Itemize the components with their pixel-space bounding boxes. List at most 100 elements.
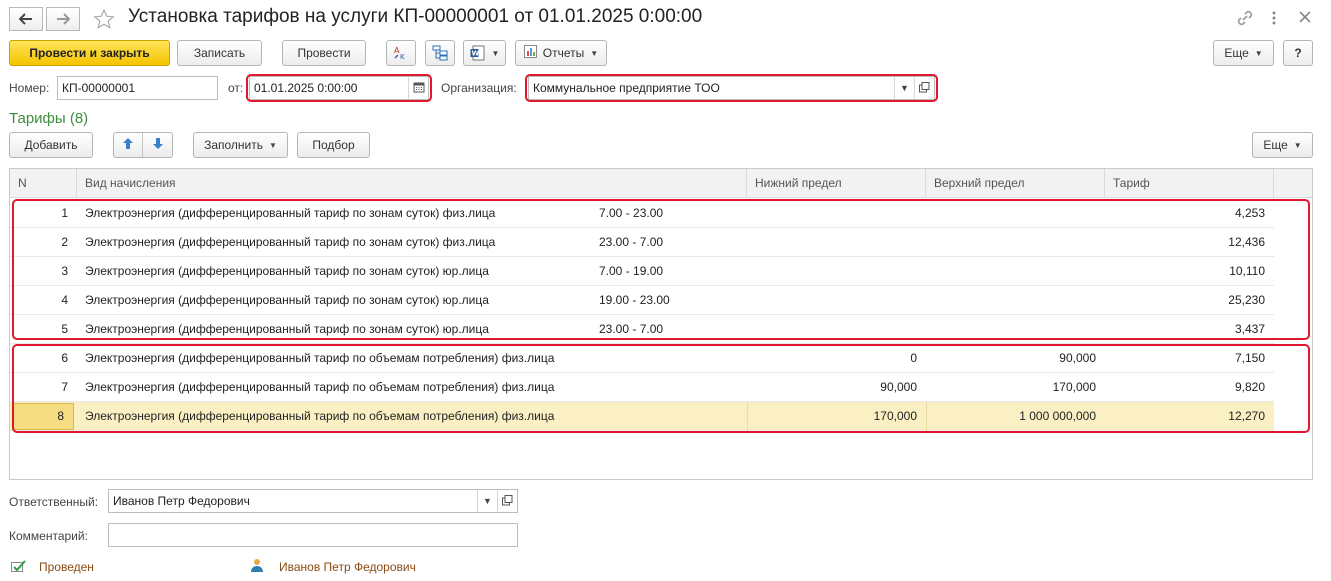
calendar-button[interactable] (408, 77, 428, 99)
cell-kind[interactable]: Электроэнергия (дифференцированный тариф… (85, 402, 595, 431)
table-row[interactable]: 7 Электроэнергия (дифференцированный тари… (10, 373, 1274, 402)
cell-zone[interactable]: 7.00 - 23.00 (599, 199, 739, 228)
more-actions-button[interactable] (1271, 10, 1277, 29)
table-row[interactable]: 5 Электроэнергия (дифференцированный тари… (10, 315, 1274, 344)
cell-n[interactable]: 4 (10, 286, 77, 315)
organization-dropdown-button[interactable]: ▼ (894, 77, 914, 99)
cell-n[interactable]: 1 (10, 199, 77, 228)
user-icon (250, 558, 264, 575)
cell-lower[interactable] (747, 315, 926, 344)
save-button[interactable]: Записать (177, 40, 262, 66)
cell-kind[interactable]: Электроэнергия (дифференцированный тариф… (85, 286, 595, 315)
cell-kind[interactable]: Электроэнергия (дифференцированный тариф… (85, 199, 595, 228)
open-icon (502, 494, 513, 508)
cell-n[interactable]: 6 (10, 344, 77, 373)
column-header-upper[interactable]: Верхний предел (926, 169, 1105, 198)
post-button[interactable]: Провести (282, 40, 366, 66)
forward-button[interactable] (46, 7, 80, 31)
table-row[interactable]: 8 Электроэнергия (дифференцированный тари… (10, 402, 1274, 431)
cell-n[interactable]: 8 (13, 403, 74, 430)
cell-upper[interactable]: 1 000 000,000 (926, 402, 1105, 431)
cell-zone[interactable] (599, 373, 739, 402)
cell-lower[interactable] (747, 199, 926, 228)
cell-tariff[interactable]: 7,150 (1105, 344, 1274, 373)
cell-upper[interactable]: 170,000 (926, 373, 1105, 402)
table-row[interactable]: 6 Электроэнергия (дифференцированный тари… (10, 344, 1274, 373)
column-header-n[interactable]: N (10, 169, 77, 198)
cell-zone[interactable]: 23.00 - 7.00 (599, 228, 739, 257)
cell-zone[interactable] (599, 344, 739, 373)
cell-zone[interactable]: 23.00 - 7.00 (599, 315, 739, 344)
column-header-tariff[interactable]: Тариф (1105, 169, 1274, 198)
cell-upper[interactable] (926, 199, 1105, 228)
cell-kind[interactable]: Электроэнергия (дифференцированный тариф… (85, 344, 595, 373)
post-and-close-button[interactable]: Провести и закрыть (9, 40, 170, 66)
cell-zone[interactable]: 7.00 - 19.00 (599, 257, 739, 286)
close-button[interactable] (1299, 11, 1311, 26)
table-row[interactable]: 3 Электроэнергия (дифференцированный тари… (10, 257, 1274, 286)
column-header-lower[interactable]: Нижний предел (747, 169, 926, 198)
number-field[interactable]: КП-00000001 (57, 76, 218, 100)
favorite-button[interactable] (93, 8, 115, 33)
cell-tariff[interactable]: 3,437 (1105, 315, 1274, 344)
link-button[interactable] (1236, 9, 1254, 30)
column-header-kind[interactable]: Вид начисления (77, 169, 747, 198)
cell-upper[interactable] (926, 286, 1105, 315)
cell-lower[interactable]: 90,000 (747, 373, 926, 402)
structure-button[interactable] (425, 40, 455, 66)
tariffs-table[interactable]: N Вид начисления Нижний предел Верхний п… (9, 168, 1313, 480)
cell-upper[interactable] (926, 228, 1105, 257)
organization-field[interactable]: Коммунальное предприятие ТОО ▼ (528, 76, 935, 100)
reports-button[interactable]: Отчеты ▼ (515, 40, 607, 66)
cell-tariff[interactable]: 9,820 (1105, 373, 1274, 402)
tariffs-more-button[interactable]: Еще ▼ (1252, 132, 1313, 158)
table-row[interactable]: 4 Электроэнергия (дифференцированный тари… (10, 286, 1274, 315)
move-down-button[interactable] (143, 133, 172, 157)
cell-upper[interactable]: 90,000 (926, 344, 1105, 373)
cell-tariff[interactable]: 12,270 (1105, 402, 1274, 431)
responsible-label: Ответственный: (9, 495, 99, 509)
cell-zone[interactable]: 19.00 - 23.00 (599, 286, 739, 315)
cell-zone[interactable] (599, 402, 739, 431)
cell-tariff[interactable]: 12,436 (1105, 228, 1274, 257)
move-up-button[interactable] (114, 133, 143, 157)
cell-lower[interactable] (747, 286, 926, 315)
cell-tariff[interactable]: 4,253 (1105, 199, 1274, 228)
cell-kind[interactable]: Электроэнергия (дифференцированный тариф… (85, 257, 595, 286)
forward-arrow-icon (56, 13, 70, 25)
organization-open-button[interactable] (914, 77, 934, 99)
cell-kind[interactable]: Электроэнергия (дифференцированный тариф… (85, 228, 595, 257)
word-export-button[interactable]: W ▼ (463, 40, 506, 66)
table-row[interactable]: 2 Электроэнергия (дифференцированный тари… (10, 228, 1274, 257)
responsible-open-button[interactable] (497, 490, 517, 512)
cell-n[interactable]: 7 (10, 373, 77, 402)
cell-lower[interactable] (747, 228, 926, 257)
add-row-button[interactable]: Добавить (9, 132, 93, 158)
cell-n[interactable]: 3 (10, 257, 77, 286)
status-text[interactable]: Проведен (39, 560, 94, 574)
cell-kind[interactable]: Электроэнергия (дифференцированный тариф… (85, 373, 595, 402)
cell-upper[interactable] (926, 257, 1105, 286)
table-row[interactable]: 1 Электроэнергия (дифференцированный тари… (10, 199, 1274, 228)
comment-field[interactable] (108, 523, 518, 547)
cell-tariff[interactable]: 25,230 (1105, 286, 1274, 315)
more-button[interactable]: Еще ▼ (1213, 40, 1274, 66)
responsible-field[interactable]: Иванов Петр Федорович ▼ (108, 489, 518, 513)
pick-button[interactable]: Подбор (297, 132, 370, 158)
cell-kind[interactable]: Электроэнергия (дифференцированный тариф… (85, 315, 595, 344)
cell-lower[interactable] (747, 257, 926, 286)
author-text[interactable]: Иванов Петр Федорович (279, 560, 416, 574)
fill-button[interactable]: Заполнить ▼ (193, 132, 288, 158)
cell-n[interactable]: 5 (10, 315, 77, 344)
date-field[interactable]: 01.01.2025 0:00:00 (249, 76, 429, 100)
cell-lower[interactable]: 0 (747, 344, 926, 373)
cell-upper[interactable] (926, 315, 1105, 344)
help-button[interactable]: ? (1283, 40, 1313, 66)
cell-tariff[interactable]: 10,110 (1105, 257, 1274, 286)
reports-icon (523, 45, 537, 61)
cell-n[interactable]: 2 (10, 228, 77, 257)
spelling-button[interactable]: AK (386, 40, 416, 66)
back-button[interactable] (9, 7, 43, 31)
responsible-dropdown-button[interactable]: ▼ (477, 490, 497, 512)
cell-lower[interactable]: 170,000 (747, 402, 926, 431)
